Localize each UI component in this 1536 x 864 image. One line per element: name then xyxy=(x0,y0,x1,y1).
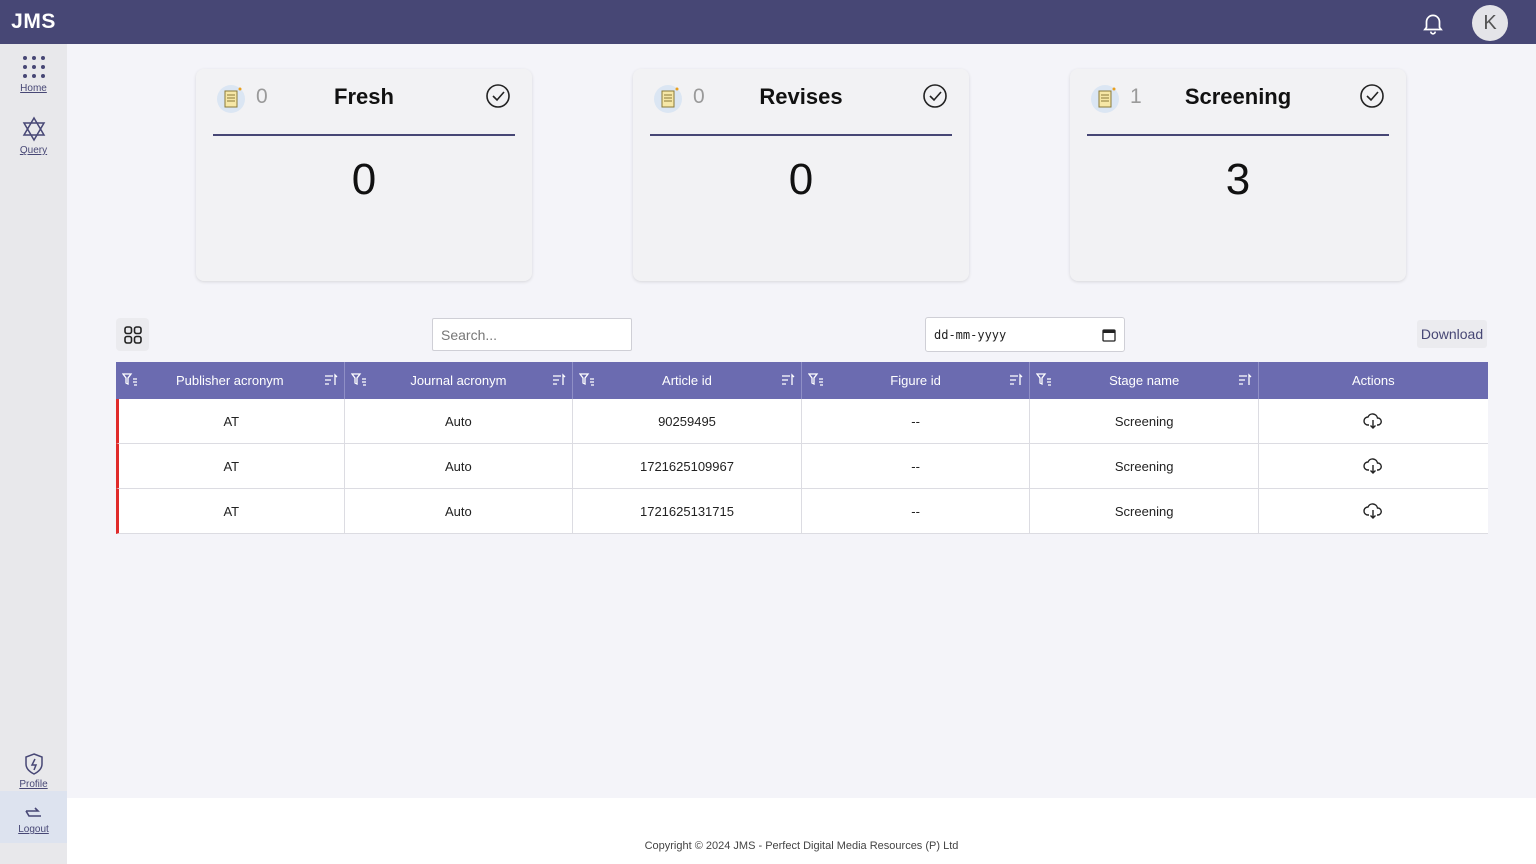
column-header-label: Article id xyxy=(662,373,712,388)
table-header: Publisher acronym Journal acronym Articl… xyxy=(116,362,1488,399)
cell-stage: Screening xyxy=(1030,399,1259,443)
card-header: 1 Screening xyxy=(1087,81,1389,136)
search-input[interactable] xyxy=(432,318,632,351)
app-logo[interactable]: JMS xyxy=(0,0,67,44)
footer: Copyright © 2024 JMS - Perfect Digital M… xyxy=(67,798,1536,864)
cell-article-id: 90259495 xyxy=(573,399,802,443)
sidebar: Home Query Profile Logout xyxy=(0,44,67,864)
column-header-label: Figure id xyxy=(890,373,941,388)
cell-stage: Screening xyxy=(1030,444,1259,488)
cell-figure-id: -- xyxy=(802,399,1031,443)
check-circle-icon[interactable] xyxy=(1359,83,1385,109)
cell-article-id: 1721625109967 xyxy=(573,444,802,488)
filter-icon[interactable] xyxy=(579,373,595,387)
cell-actions xyxy=(1259,444,1488,488)
articles-table: Publisher acronym Journal acronym Articl… xyxy=(116,362,1488,534)
cell-actions xyxy=(1259,399,1488,443)
filter-icon[interactable] xyxy=(122,373,138,387)
cell-figure-id: -- xyxy=(802,444,1031,488)
column-header[interactable]: Figure id xyxy=(802,362,1031,399)
cell-journal: Auto xyxy=(345,399,574,443)
table-row[interactable]: AT Auto 1721625109967 -- Screening xyxy=(116,444,1488,489)
sidebar-item-logout[interactable]: Logout xyxy=(0,791,67,843)
sort-icon[interactable] xyxy=(1238,373,1252,387)
sidebar-item-label: Profile xyxy=(19,779,48,790)
column-header-label: Stage name xyxy=(1109,373,1180,388)
card-title: Fresh xyxy=(334,84,394,109)
calendar-icon[interactable] xyxy=(1102,328,1116,342)
cloud-download-icon[interactable] xyxy=(1363,412,1383,430)
column-header[interactable]: Article id xyxy=(573,362,802,399)
graph-node-icon xyxy=(22,116,45,142)
sidebar-item-label: Home xyxy=(20,83,47,94)
check-circle-icon[interactable] xyxy=(485,83,511,109)
sidebar-item-query[interactable]: Query xyxy=(0,116,67,156)
check-circle-icon[interactable] xyxy=(922,83,948,109)
column-header[interactable]: Publisher acronym xyxy=(116,362,345,399)
cell-publisher: AT xyxy=(119,444,345,488)
stage-card-revises: 0 Revises 0 xyxy=(633,69,969,281)
sort-icon[interactable] xyxy=(324,373,338,387)
column-header[interactable]: Stage name xyxy=(1030,362,1259,399)
top-bar: JMS K xyxy=(0,0,1536,44)
cell-stage: Screening xyxy=(1030,489,1259,533)
filter-icon[interactable] xyxy=(1036,373,1052,387)
column-header: Actions xyxy=(1259,362,1488,399)
logout-arrow-icon xyxy=(24,807,41,817)
sidebar-item-profile[interactable]: Profile xyxy=(0,752,67,790)
download-button[interactable]: Download xyxy=(1417,320,1487,348)
table-row[interactable]: AT Auto 90259495 -- Screening xyxy=(116,399,1488,444)
cell-article-id: 1721625131715 xyxy=(573,489,802,533)
shield-bolt-icon xyxy=(24,753,43,775)
card-count: 0 xyxy=(788,155,814,204)
card-header: 0 Fresh xyxy=(213,81,515,136)
column-header-label: Journal acronym xyxy=(410,373,507,388)
grid-layout-icon xyxy=(123,325,142,344)
sidebar-item-home[interactable]: Home xyxy=(0,54,67,94)
cloud-download-icon[interactable] xyxy=(1363,502,1383,520)
sort-icon[interactable] xyxy=(552,373,566,387)
cell-figure-id: -- xyxy=(802,489,1031,533)
date-placeholder: dd-mm-yyyy xyxy=(934,327,1007,342)
filter-icon[interactable] xyxy=(350,373,367,387)
cell-publisher: AT xyxy=(119,489,345,533)
column-header-label: Actions xyxy=(1351,373,1395,388)
sort-icon[interactable] xyxy=(1009,373,1023,387)
copyright-text: Copyright © 2024 JMS - Perfect Digital M… xyxy=(644,840,959,852)
table-row[interactable]: AT Auto 1721625131715 -- Screening xyxy=(116,489,1488,534)
card-count: 3 xyxy=(1225,155,1251,204)
card-title: Revises xyxy=(759,84,843,109)
column-header[interactable]: Journal acronym xyxy=(345,362,574,399)
filter-icon[interactable] xyxy=(807,373,824,387)
cell-journal: Auto xyxy=(345,489,574,533)
card-header: 0 Revises xyxy=(650,81,952,136)
cell-journal: Auto xyxy=(345,444,574,488)
user-avatar[interactable]: K xyxy=(1472,5,1508,41)
stage-card-fresh: 0 Fresh 0 xyxy=(196,69,532,281)
column-layout-button[interactable] xyxy=(116,318,149,351)
bell-icon[interactable] xyxy=(1420,10,1446,36)
column-header-label: Publisher acronym xyxy=(175,373,284,388)
stage-card-screening: 1 Screening 3 xyxy=(1070,69,1406,281)
cloud-download-icon[interactable] xyxy=(1363,457,1383,475)
sidebar-item-label: Logout xyxy=(18,824,49,835)
cell-actions xyxy=(1259,489,1488,533)
sidebar-item-label: Query xyxy=(19,145,48,156)
date-picker-input[interactable]: dd-mm-yyyy xyxy=(925,317,1125,352)
card-count: 0 xyxy=(351,155,377,204)
cell-publisher: AT xyxy=(119,399,345,443)
sort-icon[interactable] xyxy=(781,373,795,387)
card-title: Screening xyxy=(1184,84,1292,109)
grid-dots-icon xyxy=(22,56,45,78)
